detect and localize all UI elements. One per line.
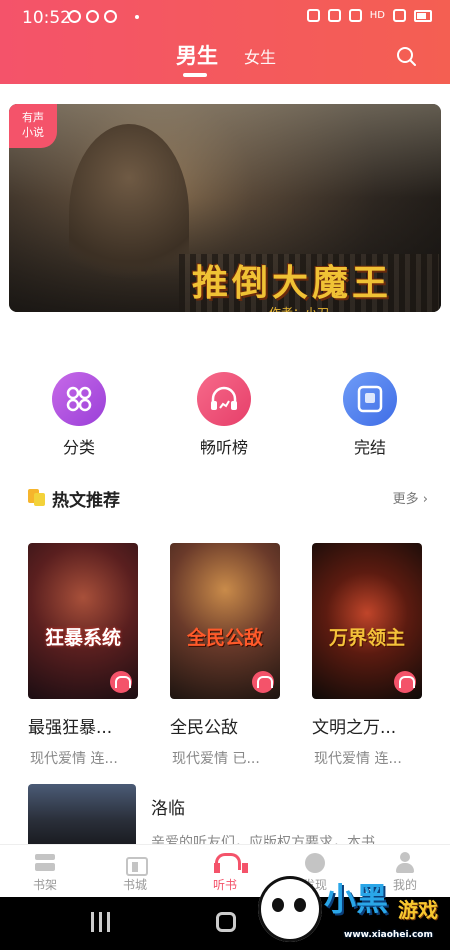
shortcut-completed[interactable]: 完结: [330, 372, 410, 458]
shortcut-label: 分类: [62, 438, 95, 457]
more-link-label: 更多: [392, 492, 419, 507]
cover-title: 全民公敌: [186, 627, 263, 649]
shortcut-label: 完结: [353, 438, 386, 457]
headphones-icon: [213, 851, 248, 873]
watermark-logo: 小黑 游戏 www.xiaohei.com: [258, 872, 448, 948]
more-link[interactable]: 更多 ›: [393, 488, 428, 507]
book-name: 文明之万...: [312, 718, 397, 738]
banner-tag-text: 有声 小说: [22, 111, 44, 139]
book-card[interactable]: 万界领主 文明之万... 现代爱情 连...: [312, 543, 422, 768]
notification-icon: [68, 10, 81, 23]
shortcut-label: 畅听榜: [199, 438, 248, 457]
tab-female[interactable]: 女生: [244, 44, 276, 68]
tab-label: 书架: [32, 878, 57, 892]
signal-icon: [393, 9, 406, 22]
active-tab-indicator: [183, 73, 207, 77]
notification-icon: [86, 10, 99, 23]
book-cover: 狂暴系统: [28, 543, 138, 699]
books-icon: [28, 489, 45, 506]
status-time: 10:52: [22, 8, 71, 28]
watermark-brand-secondary: 游戏: [398, 898, 438, 922]
book-meta: 现代爱情 连...: [314, 751, 402, 767]
book-meta: 现代爱情 连...: [30, 751, 118, 767]
book-card[interactable]: 狂暴系统 最强狂暴... 现代爱情 连...: [28, 543, 138, 768]
cover-title: 狂暴系统: [44, 627, 121, 649]
book-cover: 万界领主: [312, 543, 422, 699]
book-complete-icon: [343, 372, 397, 426]
recent-apps-button[interactable]: [91, 912, 111, 932]
notification-icons: [68, 10, 117, 23]
panda-logo-icon: [258, 876, 322, 942]
watermark-brand: 小黑: [324, 880, 389, 918]
banner-audio-tag: 有声 小说: [9, 104, 57, 148]
section-title: 热文推荐: [52, 491, 120, 511]
promo-banner[interactable]: 有声 小说 推倒大魔王 作者：小刀: [9, 104, 441, 312]
mute-icon: [327, 9, 341, 22]
banner-title: 推倒大魔王: [192, 262, 393, 304]
headphones-icon: [394, 671, 416, 693]
alarm-icon: [306, 9, 320, 22]
book-name: 最强狂暴...: [28, 718, 113, 738]
notification-icon: [104, 10, 117, 23]
recent-bar: [107, 912, 110, 932]
tab-bookshelf[interactable]: 书架: [15, 851, 75, 893]
profile-icon: [393, 851, 417, 873]
ranking-headphones-icon: [197, 372, 251, 426]
headphones-icon: [110, 671, 132, 693]
home-button[interactable]: [216, 912, 236, 932]
tab-listen[interactable]: 听书: [195, 851, 255, 893]
watermark-url: www.xiaohei.com: [344, 930, 433, 940]
banner-warrior-art: [69, 124, 189, 304]
top-header: 10:52 HD 男生 女生: [0, 0, 450, 84]
headphones-icon: [252, 671, 274, 693]
recent-bar: [91, 912, 94, 932]
bookstore-icon: [123, 851, 148, 876]
list-item-cover: [28, 784, 136, 844]
network-label: HD: [369, 10, 385, 21]
book-name: 全民公敌: [170, 718, 238, 738]
tab-label: 书城: [122, 878, 147, 892]
book-card[interactable]: 全民公敌 全民公敌 现代爱情 已...: [170, 543, 280, 768]
discover-icon: [303, 851, 327, 873]
wifi-icon: [348, 9, 362, 22]
grid-icon: [52, 372, 106, 426]
book-meta: 现代爱情 已...: [172, 751, 260, 767]
tab-male[interactable]: 男生: [176, 40, 218, 70]
bookshelf-icon: [33, 851, 57, 873]
shortcut-ranking[interactable]: 畅听榜: [184, 372, 264, 458]
cover-title: 万界领主: [328, 627, 405, 649]
search-icon[interactable]: [396, 46, 416, 66]
more-notifications-dot: [135, 15, 139, 19]
status-bar: 10:52 HD: [0, 0, 450, 34]
tab-label: 听书: [212, 878, 237, 892]
banner-author: 作者：小刀: [269, 304, 329, 312]
battery-icon: [414, 9, 432, 22]
section-header: 热文推荐 更多 ›: [28, 486, 428, 511]
shortcut-category[interactable]: 分类: [39, 372, 119, 458]
recent-bar: [99, 912, 102, 932]
book-cover: 全民公敌: [170, 543, 280, 699]
list-item-title: 洛临: [151, 799, 185, 819]
category-shortcuts: 分类 畅听榜 完结: [0, 372, 450, 462]
list-item[interactable]: 洛临 亲爱的听友们，应版权方要求，本书: [28, 784, 428, 846]
tab-bookstore[interactable]: 书城: [105, 851, 165, 893]
status-right-icons: HD: [306, 9, 432, 22]
